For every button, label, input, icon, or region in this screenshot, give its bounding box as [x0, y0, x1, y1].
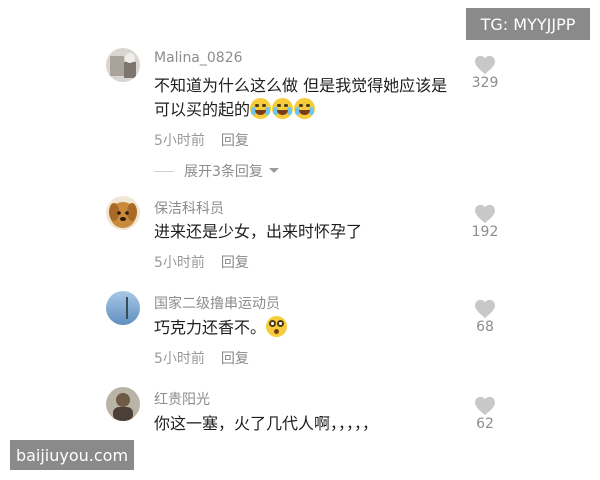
divider: [154, 170, 174, 172]
like-button[interactable]: 62: [466, 396, 504, 432]
timestamp: 5小时前: [154, 255, 205, 271]
comment-text: 进来还是少女，出来时怀孕了: [154, 222, 363, 241]
surprised-emoji: [266, 316, 288, 337]
reply-button[interactable]: 回复: [221, 133, 249, 149]
username[interactable]: 红贵阳光: [154, 389, 210, 409]
timestamp: 5小时前: [154, 133, 205, 149]
avatar-image: [106, 196, 140, 230]
comment-meta: 5小时前 回复: [154, 348, 249, 368]
like-count: 192: [471, 224, 499, 240]
expand-replies-label: 展开3条回复: [184, 164, 263, 180]
watermark-bottom: baijiuyou.com: [10, 440, 134, 470]
comment-meta: 5小时前 回复: [154, 130, 249, 150]
like-button[interactable]: 68: [466, 299, 504, 335]
heart-icon: [475, 396, 495, 416]
reply-button[interactable]: 回复: [221, 351, 249, 367]
expand-replies[interactable]: 展开3条回复: [154, 161, 281, 181]
reply-button[interactable]: 回复: [221, 255, 249, 271]
avatar[interactable]: [106, 291, 140, 325]
avatar-image: [106, 387, 140, 421]
like-count: 62: [476, 416, 494, 432]
heart-icon: [475, 55, 495, 75]
username[interactable]: 保洁科科员: [154, 198, 224, 218]
like-count: 68: [476, 319, 494, 335]
comment-text: 不知道为什么这么做 但是我觉得她应该是 可以买的起的: [154, 74, 464, 122]
comment-text-fragment: 巧克力还香不。: [154, 318, 267, 337]
like-count: 329: [471, 75, 499, 91]
username[interactable]: 国家二级撸串运动员: [154, 293, 280, 313]
comment-text: 巧克力还香不。: [154, 316, 464, 340]
timestamp: 5小时前: [154, 351, 205, 367]
chevron-down-icon: [268, 168, 279, 173]
avatar-image: [106, 48, 140, 82]
like-button[interactable]: 192: [466, 204, 504, 240]
avatar[interactable]: [106, 387, 140, 421]
heart-icon: [475, 204, 495, 224]
like-button[interactable]: 329: [466, 55, 504, 91]
heart-icon: [475, 299, 495, 319]
avatar-image: [106, 291, 140, 325]
avatar[interactable]: [106, 48, 140, 82]
comment-text: 你这一塞，火了几代人啊，，，，，: [154, 414, 379, 433]
avatar[interactable]: [106, 196, 140, 230]
username[interactable]: Malina_0826: [154, 50, 243, 66]
comment-text-line: 不知道为什么这么做 但是我觉得她应该是: [154, 76, 448, 95]
comment-meta: 5小时前 回复: [154, 252, 249, 272]
comment-text-line: 可以买的起的: [154, 98, 464, 122]
comment-text-fragment: 可以买的起的: [154, 100, 251, 119]
laugh-cry-emoji: [294, 98, 316, 119]
laugh-cry-emoji: [250, 98, 272, 119]
laugh-cry-emoji: [272, 98, 294, 119]
watermark-top: TG: MYYJJPP: [466, 8, 590, 40]
